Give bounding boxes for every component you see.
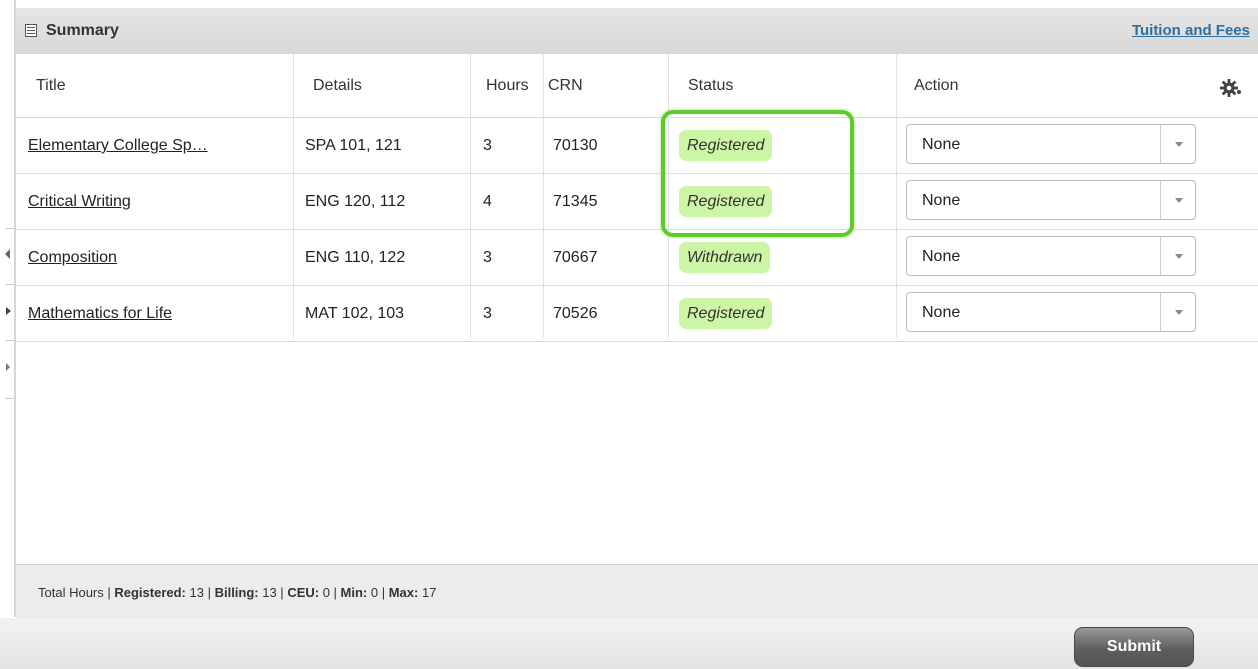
course-hours: 3: [483, 137, 492, 154]
gutter-divider: [5, 398, 14, 399]
left-gutter: [0, 0, 14, 669]
registered-value: 13 |: [185, 585, 215, 600]
max-label: Max:: [388, 585, 419, 600]
status-highlight-box: [661, 110, 854, 237]
course-hours: 4: [483, 193, 492, 210]
action-select[interactable]: None: [906, 124, 1196, 164]
course-title-link[interactable]: Elementary College Sp…: [28, 137, 208, 155]
panel-title: Summary: [46, 22, 119, 39]
gutter-divider: [5, 284, 14, 285]
course-details: ENG 120, 112: [305, 193, 406, 210]
course-details: SPA 101, 121: [305, 137, 402, 154]
action-select[interactable]: None: [906, 292, 1196, 332]
registered-label: Registered:: [114, 585, 186, 600]
chevron-down-icon[interactable]: [1175, 254, 1183, 259]
course-details: ENG 110, 122: [305, 249, 406, 266]
action-select-value: None: [922, 192, 961, 209]
column-header-hours[interactable]: Hours: [486, 77, 536, 95]
course-crn: 70526: [553, 305, 598, 322]
course-title-link[interactable]: Mathematics for Life: [28, 305, 172, 323]
course-crn: 71345: [553, 193, 598, 210]
chevron-down-icon[interactable]: [1175, 310, 1183, 315]
min-label: Min:: [340, 585, 368, 600]
column-header-title[interactable]: Title: [36, 77, 66, 95]
chevron-down-icon[interactable]: [1175, 198, 1183, 203]
submit-button[interactable]: Submit: [1074, 627, 1194, 667]
column-header-crn[interactable]: CRN: [548, 77, 583, 95]
table-icon: [25, 24, 37, 37]
action-select-value: None: [922, 304, 961, 321]
course-details: MAT 102, 103: [305, 305, 405, 322]
panel-header: Summary Tuition and Fees: [16, 8, 1258, 55]
table-row: Composition ENG 110, 122 3 70667 Withdra…: [16, 230, 1258, 286]
expand-right-icon[interactable]: [6, 307, 11, 315]
course-title-link[interactable]: Critical Writing: [28, 193, 131, 211]
tuition-and-fees-link[interactable]: Tuition and Fees: [1132, 22, 1250, 39]
select-divider: [1160, 181, 1161, 219]
course-title-link[interactable]: Composition: [28, 249, 117, 267]
gear-icon[interactable]: [1220, 78, 1242, 100]
table-row: Mathematics for Life MAT 102, 103 3 7052…: [16, 286, 1258, 342]
action-select[interactable]: None: [906, 180, 1196, 220]
course-hours: 3: [483, 305, 492, 322]
select-divider: [1160, 125, 1161, 163]
action-select-value: None: [922, 248, 961, 265]
min-value: 0 |: [367, 585, 389, 600]
total-hours-summary: Total Hours | Registered: 13 | Billing: …: [38, 585, 436, 600]
column-header-details[interactable]: Details: [313, 77, 362, 95]
action-select[interactable]: None: [906, 236, 1196, 276]
course-hours: 3: [483, 249, 492, 266]
billing-value: 13 |: [258, 585, 288, 600]
column-header-action[interactable]: Action: [914, 77, 958, 95]
table-row: Critical Writing ENG 120, 112 4 71345 Re…: [16, 174, 1258, 230]
table-header-row: Title Details Hours CRN Status Action: [16, 54, 1258, 118]
total-hours-bar: Total Hours | Registered: 13 | Billing: …: [16, 564, 1258, 619]
ceu-label: CEU:: [287, 585, 320, 600]
status-badge: Withdrawn: [679, 242, 771, 273]
footer-prefix: Total Hours |: [38, 585, 115, 600]
select-divider: [1160, 293, 1161, 331]
table-row: Elementary College Sp… SPA 101, 121 3 70…: [16, 118, 1258, 174]
gutter-divider: [5, 340, 14, 341]
ceu-value: 0 |: [319, 585, 341, 600]
chevron-down-icon[interactable]: [1175, 142, 1183, 147]
max-value: 17: [418, 585, 437, 600]
gutter-divider: [5, 228, 14, 229]
select-divider: [1160, 237, 1161, 275]
summary-panel: Summary Tuition and Fees Title Details H…: [0, 0, 1258, 669]
column-header-status[interactable]: Status: [688, 77, 733, 95]
collapse-left-icon[interactable]: [5, 249, 10, 259]
status-badge: Registered: [679, 298, 773, 329]
action-bar: [0, 618, 1258, 669]
action-select-value: None: [922, 136, 961, 153]
billing-label: Billing:: [214, 585, 259, 600]
expand-right-small-icon[interactable]: [6, 363, 10, 371]
course-crn: 70667: [553, 249, 598, 266]
course-crn: 70130: [553, 137, 598, 154]
